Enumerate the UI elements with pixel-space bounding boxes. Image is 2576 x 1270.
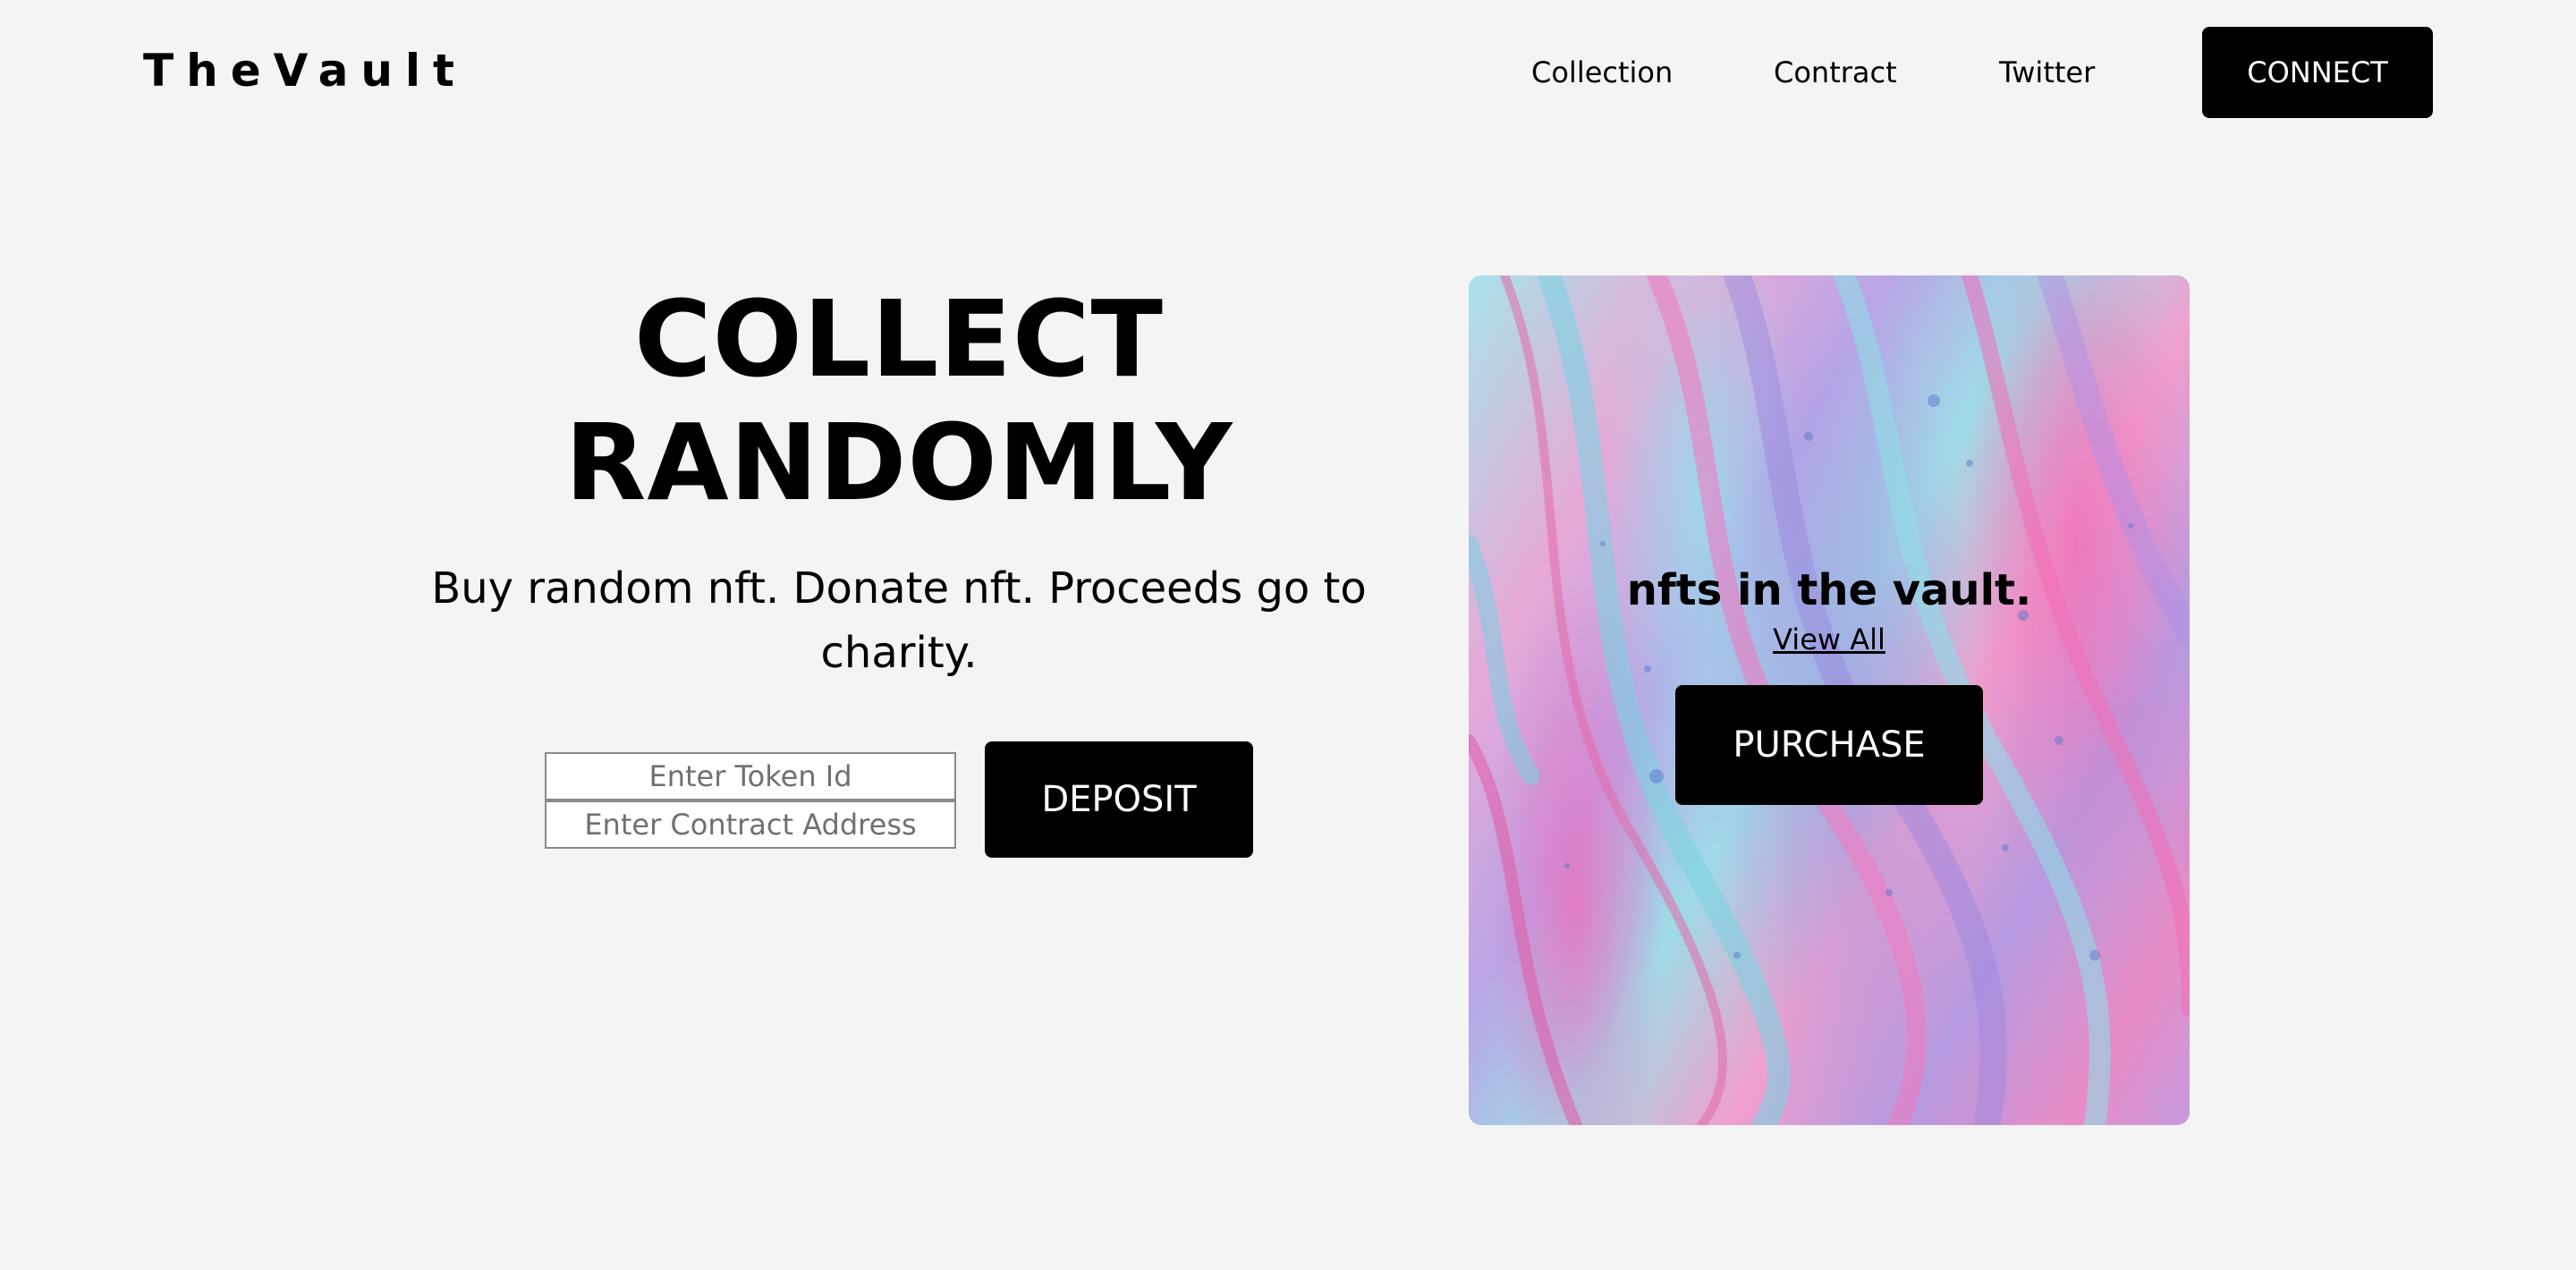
deposit-button[interactable]: DEPOSIT xyxy=(985,741,1253,858)
site-logo[interactable]: TheVault xyxy=(143,45,467,97)
token-id-input[interactable] xyxy=(545,752,956,800)
hero-title: COLLECT RANDOMLY xyxy=(447,277,1351,524)
hero-title-line-2: RANDOMLY xyxy=(564,401,1233,524)
hero-title-line-1: COLLECT xyxy=(634,277,1164,401)
view-all-wrapper: View All xyxy=(1469,622,2190,656)
nav-link-collection[interactable]: Collection xyxy=(1531,55,1673,89)
contract-address-input[interactable] xyxy=(545,800,956,849)
nav-link-contract[interactable]: Contract xyxy=(1774,55,1897,89)
purchase-button[interactable]: PURCHASE xyxy=(1675,685,1983,805)
connect-wallet-button[interactable]: CONNECT xyxy=(2202,27,2433,118)
vault-count-text: nfts in the vault. xyxy=(1626,565,2032,615)
hero-subtitle: Buy random nft. Donate nft. Proceeds go … xyxy=(431,563,1367,678)
vault-card: nfts in the vault. View All PURCHASE xyxy=(1469,275,2190,1125)
view-all-link[interactable]: View All xyxy=(1773,622,1885,656)
nav-link-twitter[interactable]: Twitter xyxy=(1999,55,2095,89)
